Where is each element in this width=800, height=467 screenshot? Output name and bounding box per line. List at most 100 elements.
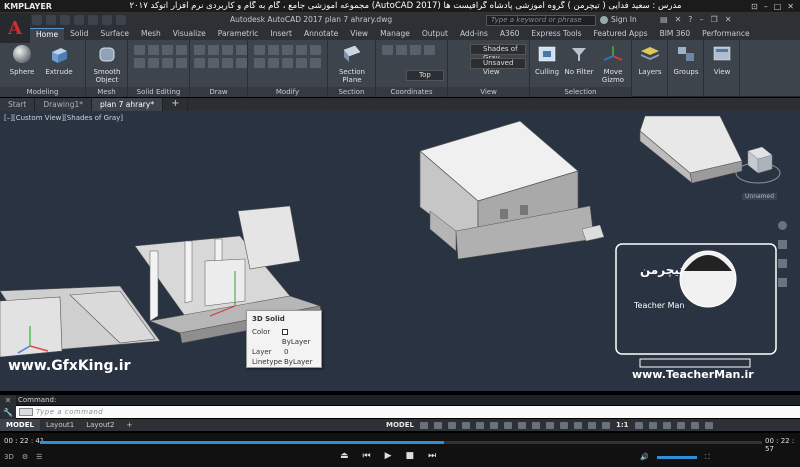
interfere-icon[interactable] xyxy=(176,45,187,55)
tab-manage[interactable]: Manage xyxy=(374,28,416,40)
panel-title-modify[interactable]: Modify xyxy=(248,87,327,97)
volume-slider[interactable] xyxy=(656,456,697,459)
transparency-icon[interactable] xyxy=(531,421,540,429)
plus-icon[interactable] xyxy=(648,421,657,429)
panel-title-modeling[interactable]: Modeling xyxy=(0,87,85,97)
viewcube-label[interactable]: Unnamed xyxy=(742,193,778,200)
panel-title-mesh[interactable]: Mesh xyxy=(86,87,127,97)
subtract-icon[interactable] xyxy=(148,45,159,55)
trim-icon[interactable] xyxy=(268,58,279,68)
dynamic-ucs-icon[interactable] xyxy=(573,421,582,429)
volume-icon[interactable]: 🔊 xyxy=(640,453,649,462)
new-icon[interactable] xyxy=(32,15,42,25)
erase-icon[interactable] xyxy=(296,58,307,68)
move-gizmo-button[interactable]: Move Gizmo xyxy=(598,44,628,84)
zoom-icon[interactable] xyxy=(778,259,787,268)
minimize-icon[interactable]: – xyxy=(764,2,768,11)
print-icon[interactable] xyxy=(88,15,98,25)
tab-parametric[interactable]: Parametric xyxy=(212,28,265,40)
smooth-object-button[interactable]: Smooth Object xyxy=(90,44,124,84)
layout-tab-model[interactable]: MODEL xyxy=(0,419,40,431)
drawing-viewport[interactable]: [–][Custom View][Shades of Gray] Unnamed… xyxy=(0,111,800,391)
fillet-icon[interactable] xyxy=(254,58,265,68)
search-input[interactable]: Type a keyword or phrase xyxy=(486,15,596,26)
ucs-origin-icon[interactable] xyxy=(410,45,421,55)
grid-icon[interactable] xyxy=(419,421,428,429)
lineweight-icon[interactable] xyxy=(517,421,526,429)
hatch-icon[interactable] xyxy=(208,58,219,68)
tab-output[interactable]: Output xyxy=(416,28,454,40)
command-input[interactable]: Type a command xyxy=(36,408,103,416)
panel-title-coordinates[interactable]: Coordinates xyxy=(376,87,447,97)
clean-screen-icon[interactable] xyxy=(690,421,699,429)
layout-tab-layout2[interactable]: Layout2 xyxy=(80,419,120,431)
viewcube-icon[interactable] xyxy=(735,146,781,184)
file-tab-drawing1[interactable]: Drawing1* xyxy=(35,98,93,111)
panel-title-section[interactable]: Section xyxy=(328,87,375,97)
array-icon[interactable] xyxy=(282,58,293,68)
fullnav-wheel-icon[interactable] xyxy=(778,221,787,230)
add-layout-button[interactable]: + xyxy=(120,419,138,431)
visual-style-dropdown[interactable]: Shades of Gray xyxy=(470,44,526,62)
imprint-icon[interactable] xyxy=(162,58,173,68)
move-icon[interactable] xyxy=(254,45,265,55)
fullscreen-icon[interactable]: ⛶ xyxy=(705,453,710,462)
union-icon[interactable] xyxy=(134,45,145,55)
close-window-icon[interactable]: ✕ xyxy=(725,15,732,24)
playlist-icon[interactable]: ☰ xyxy=(36,453,42,461)
sphere-button[interactable]: Sphere xyxy=(6,44,38,76)
selection-cycling-icon[interactable] xyxy=(545,421,554,429)
file-tab-start[interactable]: Start xyxy=(0,98,36,111)
panel-title-view[interactable]: View xyxy=(448,87,529,97)
mirror-icon[interactable] xyxy=(296,45,307,55)
layers-button[interactable]: Layers xyxy=(635,44,665,76)
tab-bim-360[interactable]: BIM 360 xyxy=(654,28,697,40)
section-plane-button[interactable]: Section Plane xyxy=(334,44,370,84)
tab-a360[interactable]: A360 xyxy=(494,28,525,40)
extrude-button[interactable]: Extrude xyxy=(42,44,76,76)
workspace-gear-icon[interactable] xyxy=(634,421,643,429)
panel-title-selection[interactable]: Selection xyxy=(530,87,631,97)
annotation-autoscale-icon[interactable] xyxy=(601,421,610,429)
snap-icon[interactable] xyxy=(433,421,442,429)
close-icon[interactable]: ✕ xyxy=(787,2,794,11)
spline-icon[interactable] xyxy=(236,58,247,68)
polar-icon[interactable] xyxy=(461,421,470,429)
command-close-icon[interactable]: ✕ xyxy=(0,395,16,407)
orbit-icon[interactable] xyxy=(778,278,787,287)
otrack-icon[interactable] xyxy=(503,421,512,429)
tab-view[interactable]: View xyxy=(344,28,374,40)
tab-home[interactable]: Home xyxy=(30,28,65,40)
file-tab-plan7[interactable]: plan 7 ahrary* xyxy=(92,98,164,111)
new-tab-button[interactable]: + xyxy=(163,98,189,111)
ortho-icon[interactable] xyxy=(447,421,456,429)
customize-icon[interactable]: 🔧 xyxy=(0,407,16,419)
stop-icon[interactable]: ■ xyxy=(406,451,415,461)
hardware-acceleration-icon[interactable] xyxy=(676,421,685,429)
settings-icon[interactable]: ⚙ xyxy=(22,453,28,461)
tab-surface[interactable]: Surface xyxy=(94,28,135,40)
seek-bar[interactable] xyxy=(40,441,762,444)
exchange-icon[interactable]: ✕ xyxy=(675,15,682,24)
minimize-window-icon[interactable]: – xyxy=(700,15,704,24)
rectangle-icon[interactable] xyxy=(194,58,205,68)
isolate-icon[interactable] xyxy=(662,421,671,429)
command-line[interactable]: Type a command xyxy=(16,406,800,418)
polyline-icon[interactable] xyxy=(208,45,219,55)
undo-icon[interactable] xyxy=(102,15,112,25)
ucs-zaxis-icon[interactable] xyxy=(424,45,435,55)
copy-icon[interactable] xyxy=(282,45,293,55)
tab-express-tools[interactable]: Express Tools xyxy=(525,28,587,40)
tab-annotate[interactable]: Annotate xyxy=(298,28,344,40)
sign-in-button[interactable]: Sign In xyxy=(600,15,637,24)
3d-osnap-icon[interactable] xyxy=(559,421,568,429)
customization-icon[interactable] xyxy=(704,421,713,429)
annotation-scale[interactable]: 1:1 xyxy=(616,421,629,429)
groups-button[interactable]: Groups xyxy=(671,44,701,76)
ucs-icon[interactable] xyxy=(382,45,393,55)
arc-icon[interactable] xyxy=(236,45,247,55)
tab-solid[interactable]: Solid xyxy=(64,28,94,40)
tab-featured-apps[interactable]: Featured Apps xyxy=(588,28,654,40)
play-icon[interactable]: ▶ xyxy=(385,451,392,461)
view-button[interactable]: View xyxy=(707,44,737,76)
